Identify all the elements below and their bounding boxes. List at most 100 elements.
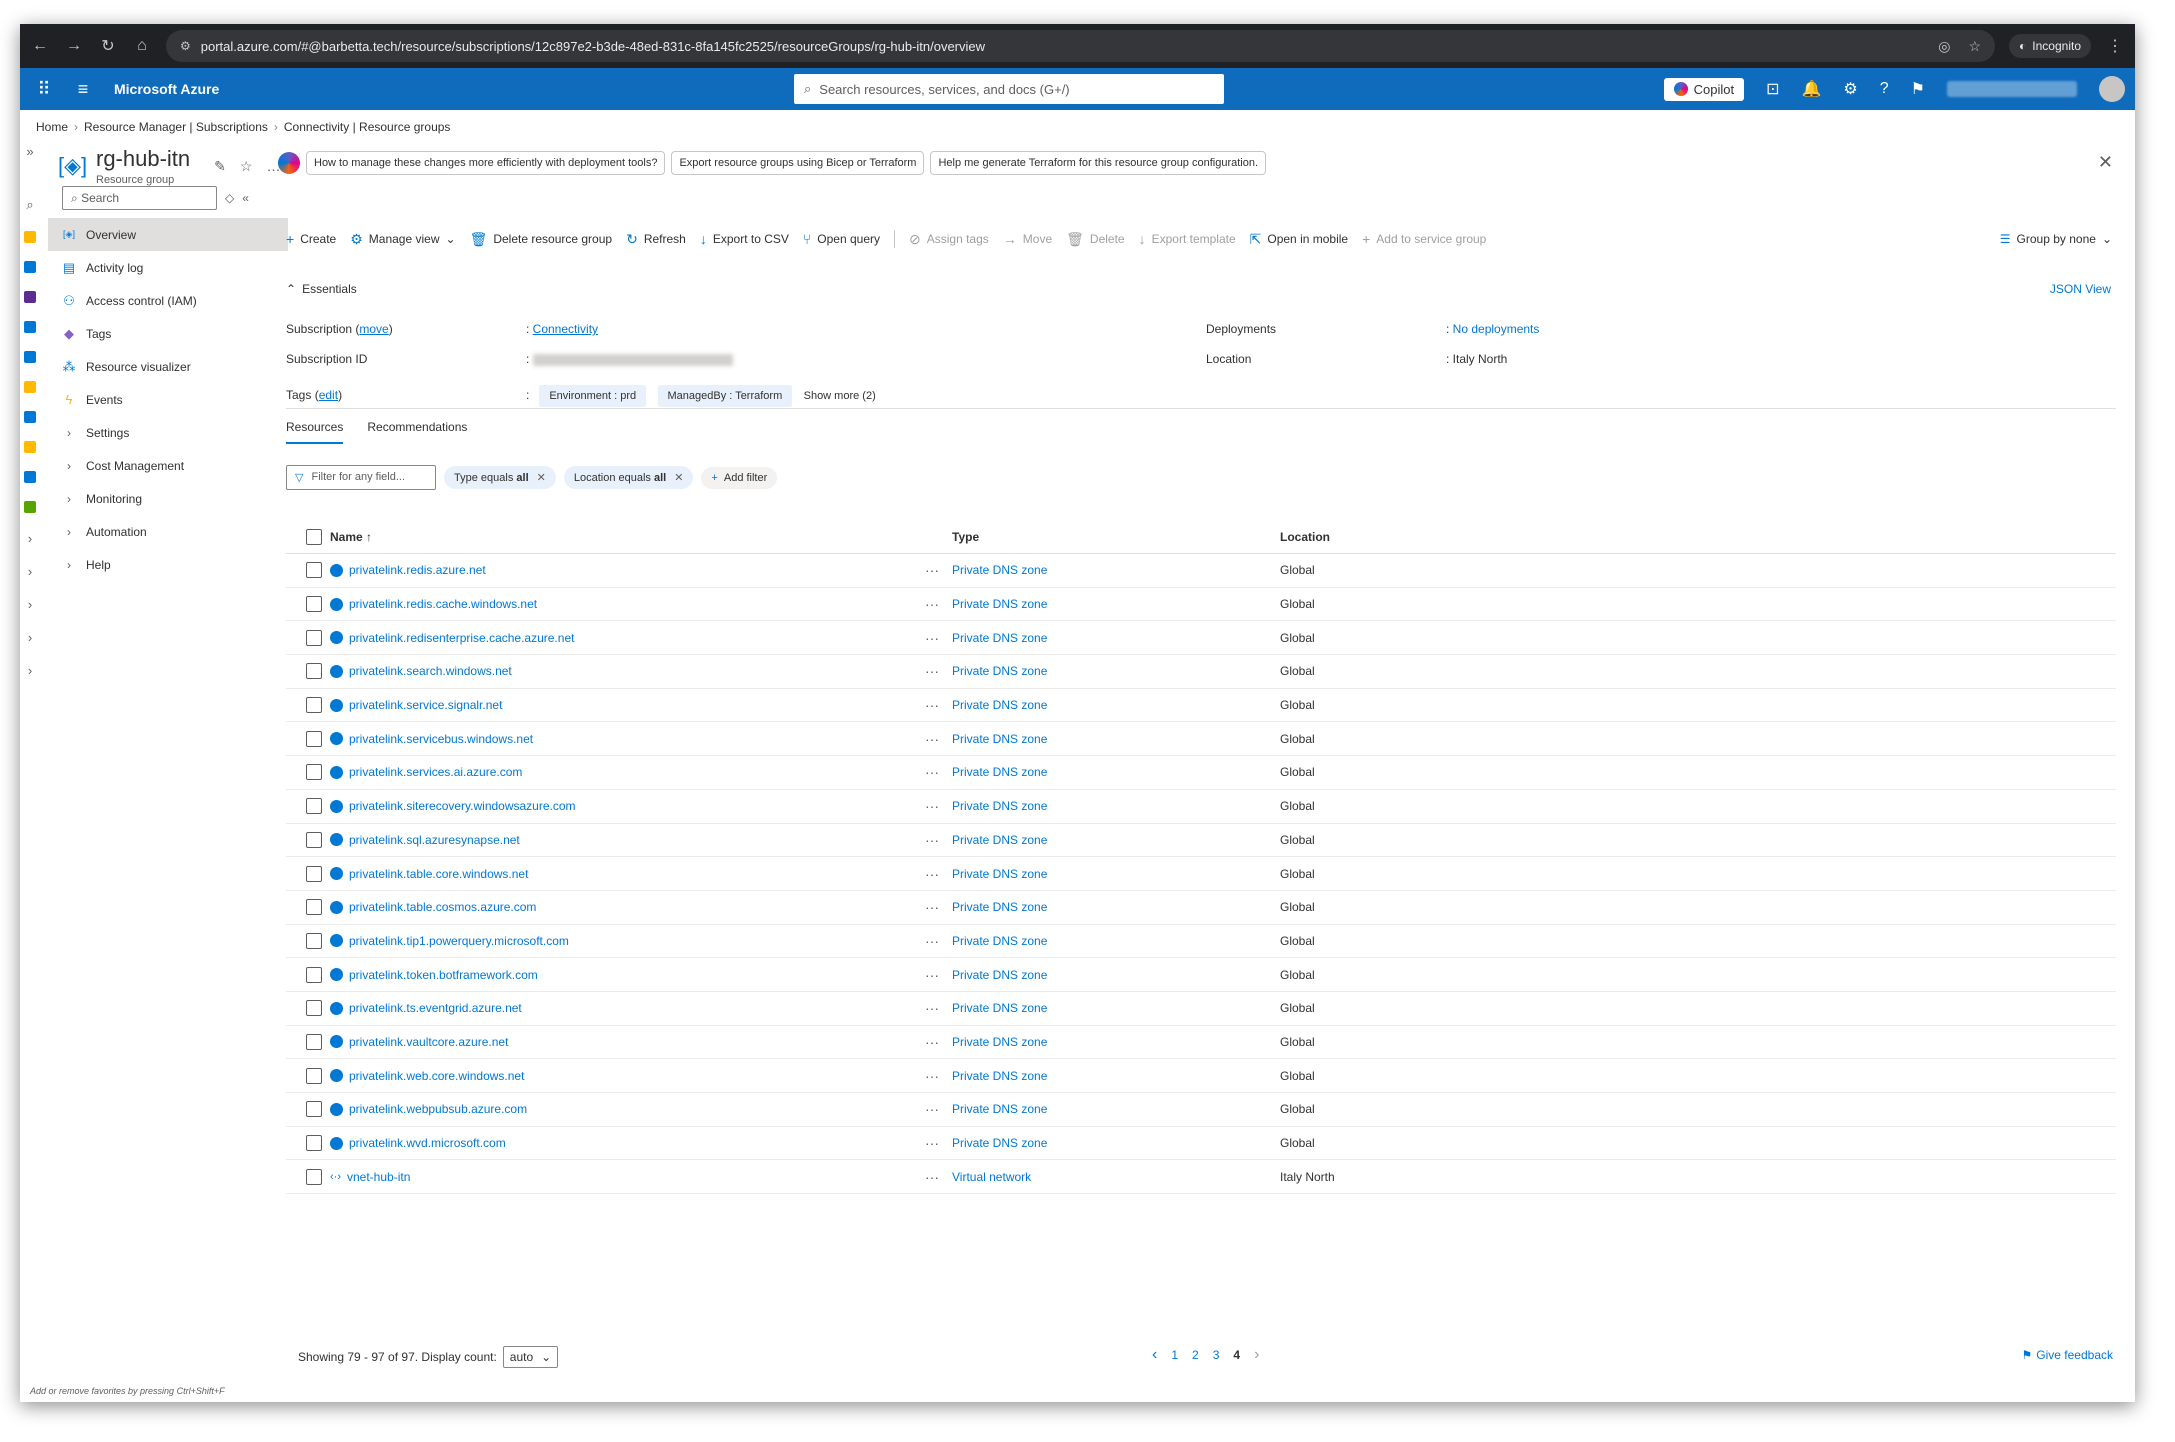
table-row[interactable]: privatelink.servicebus.windows.net ··· Pri… (286, 722, 2116, 757)
resource-name-link[interactable]: privatelink.redis.azure.net (349, 563, 486, 577)
row-more-icon[interactable]: ··· (912, 562, 952, 578)
table-row[interactable]: privatelink.table.core.windows.net ··· Pri… (286, 857, 2116, 891)
forward-icon[interactable]: → (64, 37, 84, 55)
row-more-icon[interactable]: ··· (912, 1068, 952, 1084)
resource-name-link[interactable]: privatelink.webpubsub.azure.com (349, 1102, 527, 1116)
resource-type-link[interactable]: Private DNS zone (952, 799, 1047, 813)
resource-type-link[interactable]: Virtual network (952, 1170, 1031, 1184)
row-more-icon[interactable]: ··· (912, 1000, 952, 1016)
incognito-badge[interactable]: ◐ Incognito (2009, 34, 2091, 58)
resource-type-link[interactable]: Private DNS zone (952, 1001, 1047, 1015)
resource-type-link[interactable]: Private DNS zone (952, 1102, 1047, 1116)
cmd-delete-resource-group-button[interactable]: 🗑 Delete resource group (470, 231, 613, 248)
table-row[interactable]: privatelink.webpubsub.azure.com ··· Privat… (286, 1093, 2116, 1127)
row-checkbox[interactable] (306, 764, 322, 781)
resource-name-link[interactable]: privatelink.table.core.windows.net (349, 867, 528, 881)
cmd-export-to-csv-button[interactable]: ↓ Export to CSV (700, 231, 789, 247)
table-row[interactable]: privatelink.search.windows.net ··· Private… (286, 655, 2116, 689)
row-checkbox[interactable] (306, 562, 322, 579)
nav-item-overview[interactable]: [◈] Overview (48, 218, 288, 251)
chevron-right-icon[interactable]: › (28, 630, 32, 645)
table-row[interactable]: ‹·› vnet-hub-itn ··· Virtual network Italy N… (286, 1160, 2116, 1195)
cmd-add-to-service-group-button[interactable]: + Add to service group (1362, 231, 1486, 247)
remove-filter-icon[interactable]: ✕ (674, 471, 683, 484)
chevron-right-icon[interactable]: › (28, 564, 32, 579)
deployments-link[interactable]: No deployments (1453, 322, 1540, 336)
chevron-right-icon[interactable]: › (28, 663, 32, 678)
eye-off-icon[interactable]: ◎ (1938, 38, 1950, 55)
row-more-icon[interactable]: ··· (912, 1101, 952, 1117)
favorite-icon[interactable] (24, 321, 36, 333)
nav-item-resource-visualizer[interactable]: ⁂ Resource visualizer (48, 350, 288, 383)
site-info-icon[interactable]: ⚙ (180, 39, 191, 53)
location-filter-pill[interactable]: Location equals all ✕ (563, 466, 694, 489)
close-icon[interactable]: ✕ (2098, 152, 2113, 173)
brand-name[interactable]: Microsoft Azure (114, 81, 794, 97)
resource-name-link[interactable]: privatelink.redis.cache.windows.net (349, 597, 537, 611)
edit-tags-link[interactable]: edit (319, 388, 338, 402)
essentials-toggle[interactable]: ⌃ Essentials (286, 282, 357, 296)
add-filter-button[interactable]: + Add filter (701, 466, 778, 489)
move-link[interactable]: move (359, 322, 388, 336)
row-more-icon[interactable]: ··· (912, 866, 952, 882)
filter-input[interactable]: ▽ Filter for any field... (286, 465, 436, 490)
select-all-checkbox[interactable] (306, 528, 322, 545)
resource-type-link[interactable]: Private DNS zone (952, 934, 1047, 948)
resource-name-link[interactable]: privatelink.vaultcore.azure.net (349, 1035, 508, 1049)
cmd-refresh-button[interactable]: ↻ Refresh (626, 231, 686, 248)
row-more-icon[interactable]: ··· (912, 764, 952, 780)
resource-name-link[interactable]: privatelink.wvd.microsoft.com (349, 1136, 506, 1150)
json-view-link[interactable]: JSON View (2050, 282, 2111, 296)
resource-type-link[interactable]: Private DNS zone (952, 1069, 1047, 1083)
table-row[interactable]: privatelink.vaultcore.azure.net ··· Privat… (286, 1026, 2116, 1060)
table-row[interactable]: privatelink.redisenterprise.cache.azure.… (286, 621, 2116, 656)
column-name[interactable]: Name ↑ (330, 530, 912, 544)
type-filter-pill[interactable]: Type equals all ✕ (444, 466, 556, 489)
resource-name-link[interactable]: privatelink.service.signalr.net (349, 698, 502, 712)
page-link[interactable]: 1 (1171, 1348, 1178, 1362)
favorite-icon[interactable] (24, 471, 36, 483)
table-row[interactable]: privatelink.service.signalr.net ··· Privat… (286, 689, 2116, 723)
previous-page-icon[interactable]: ‹ (1152, 1346, 1157, 1364)
row-more-icon[interactable]: ··· (912, 697, 952, 713)
table-row[interactable]: privatelink.tip1.powerquery.microsoft.co… (286, 925, 2116, 959)
row-checkbox[interactable] (306, 596, 322, 613)
cmd-export-template-button[interactable]: ↓ Export template (1139, 231, 1236, 247)
row-checkbox[interactable] (306, 966, 322, 983)
favorite-icon[interactable] (24, 231, 36, 243)
favorite-star-icon[interactable]: ☆ (240, 158, 253, 175)
row-more-icon[interactable]: ··· (912, 933, 952, 949)
breadcrumb-home[interactable]: Home (36, 120, 68, 134)
favorite-icon[interactable] (24, 351, 36, 363)
cmd-manage-view-button[interactable]: ⚙ Manage view ⌄ (350, 231, 455, 248)
nav-item-activity-log[interactable]: ▤ Activity log (48, 251, 288, 284)
account-info[interactable] (1947, 81, 2077, 97)
resource-name-link[interactable]: privatelink.servicebus.windows.net (349, 732, 533, 746)
nav-item-monitoring[interactable]: › Monitoring (48, 482, 288, 515)
resource-name-link[interactable]: privatelink.token.botframework.com (349, 968, 538, 982)
nav-item-access-control-iam[interactable]: ⚇ Access control (IAM) (48, 284, 288, 317)
resource-type-link[interactable]: Private DNS zone (952, 968, 1047, 982)
global-search-input[interactable]: ⌕ Search resources, services, and docs (… (794, 74, 1224, 104)
favorite-icon[interactable] (24, 441, 36, 453)
address-bar[interactable]: ⚙ portal.azure.com/#@barbetta.tech/resou… (166, 30, 1996, 62)
row-more-icon[interactable]: ··· (912, 1169, 952, 1185)
row-checkbox[interactable] (306, 629, 322, 646)
nav-item-events[interactable]: ϟ Events (48, 383, 288, 416)
row-checkbox[interactable] (306, 899, 322, 916)
page-link-current[interactable]: 4 (1233, 1348, 1240, 1362)
row-more-icon[interactable]: ··· (912, 731, 952, 747)
row-checkbox[interactable] (306, 932, 322, 949)
copilot-button[interactable]: Copilot (1663, 77, 1745, 101)
row-checkbox[interactable] (306, 1000, 322, 1017)
favorite-icon[interactable] (24, 261, 36, 273)
cmd-delete-button[interactable]: 🗑 Delete (1066, 231, 1124, 248)
row-more-icon[interactable]: ··· (912, 1034, 952, 1050)
resource-type-link[interactable]: Private DNS zone (952, 698, 1047, 712)
row-more-icon[interactable]: ··· (912, 663, 952, 679)
column-location[interactable]: Location (1280, 530, 2116, 544)
waffle-icon[interactable]: ⠿ (30, 79, 58, 100)
home-icon[interactable]: ⌂ (132, 37, 152, 55)
table-row[interactable]: privatelink.siterecovery.windowsazure.co… (286, 790, 2116, 824)
table-row[interactable]: privatelink.sql.azuresynapse.net ··· Priva… (286, 824, 2116, 858)
